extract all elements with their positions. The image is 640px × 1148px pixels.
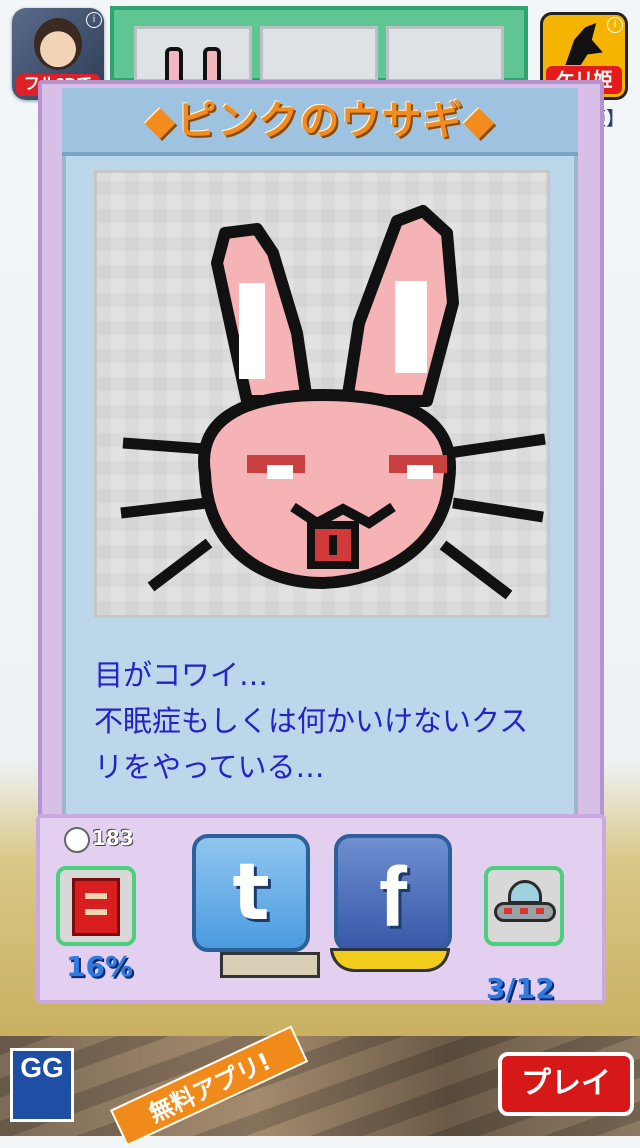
ufo-progress: 3/12 bbox=[486, 972, 555, 1005]
ad-info-icon[interactable]: i bbox=[607, 17, 623, 33]
tab-card-3[interactable] bbox=[386, 26, 504, 82]
coin-counter: 183 bbox=[64, 826, 134, 853]
coin-icon bbox=[64, 826, 90, 853]
play-button[interactable]: プレイ bbox=[498, 1052, 634, 1116]
share-decoration bbox=[220, 944, 456, 984]
collection-book-button[interactable] bbox=[56, 866, 136, 946]
twitter-icon: t bbox=[232, 848, 270, 938]
book-icon bbox=[72, 878, 120, 936]
gg-logo: GG bbox=[10, 1048, 74, 1122]
kicking-silhouette-icon bbox=[565, 23, 603, 65]
pink-rabbit-pixel-art bbox=[94, 170, 550, 618]
ufo-lights-icon bbox=[504, 908, 548, 914]
description-line: 目がコワイ… bbox=[94, 658, 269, 692]
tab-card-1[interactable] bbox=[134, 26, 252, 89]
coin-value: 183 bbox=[92, 826, 134, 850]
card-description: 目がコワイ… 不眠症もしくは何かいけないクス リをやっている… bbox=[94, 652, 554, 790]
facebook-icon: f bbox=[379, 850, 407, 944]
yellow-bowl-icon bbox=[330, 948, 450, 972]
ufo-dome-icon bbox=[508, 880, 542, 904]
description-line: リをやっている… bbox=[94, 750, 325, 784]
tab-card-2[interactable] bbox=[260, 26, 378, 82]
book-progress: 16% bbox=[66, 950, 134, 983]
pink-rabbit-icon bbox=[120, 205, 546, 600]
card-tab-strip bbox=[110, 6, 528, 89]
ad-info-icon[interactable]: i bbox=[86, 12, 102, 28]
description-line: 不眠症もしくは何かいけないクス bbox=[94, 704, 529, 738]
character-face-icon bbox=[34, 18, 82, 70]
facebook-share-button[interactable]: f bbox=[334, 834, 452, 952]
ufo-button[interactable] bbox=[484, 866, 564, 946]
cat-ears-icon bbox=[220, 952, 320, 978]
card-title: ◆ピンクのウサギ◆ bbox=[62, 88, 578, 156]
twitter-share-button[interactable]: t bbox=[192, 834, 310, 952]
